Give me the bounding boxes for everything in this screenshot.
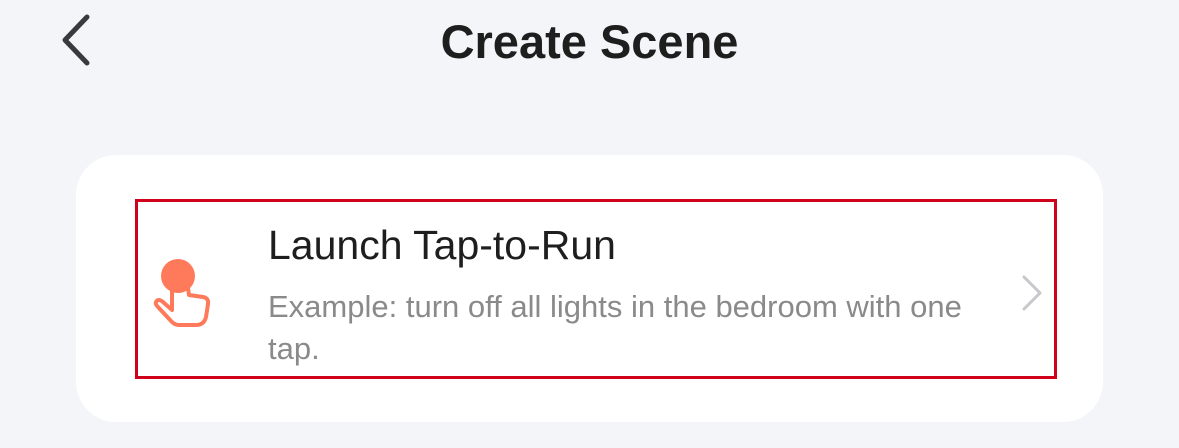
- scene-card: Launch Tap-to-Run Example: turn off all …: [76, 155, 1103, 422]
- page-title: Create Scene: [440, 15, 739, 68]
- launch-tap-to-run-option[interactable]: Launch Tap-to-Run Example: turn off all …: [135, 199, 1057, 379]
- tap-finger-icon: [153, 259, 211, 327]
- chevron-right-icon: [1022, 275, 1042, 311]
- option-description: Example: turn off all lights in the bedr…: [268, 289, 962, 366]
- header: Create Scene: [0, 0, 1179, 90]
- option-title: Launch Tap-to-Run: [268, 222, 616, 268]
